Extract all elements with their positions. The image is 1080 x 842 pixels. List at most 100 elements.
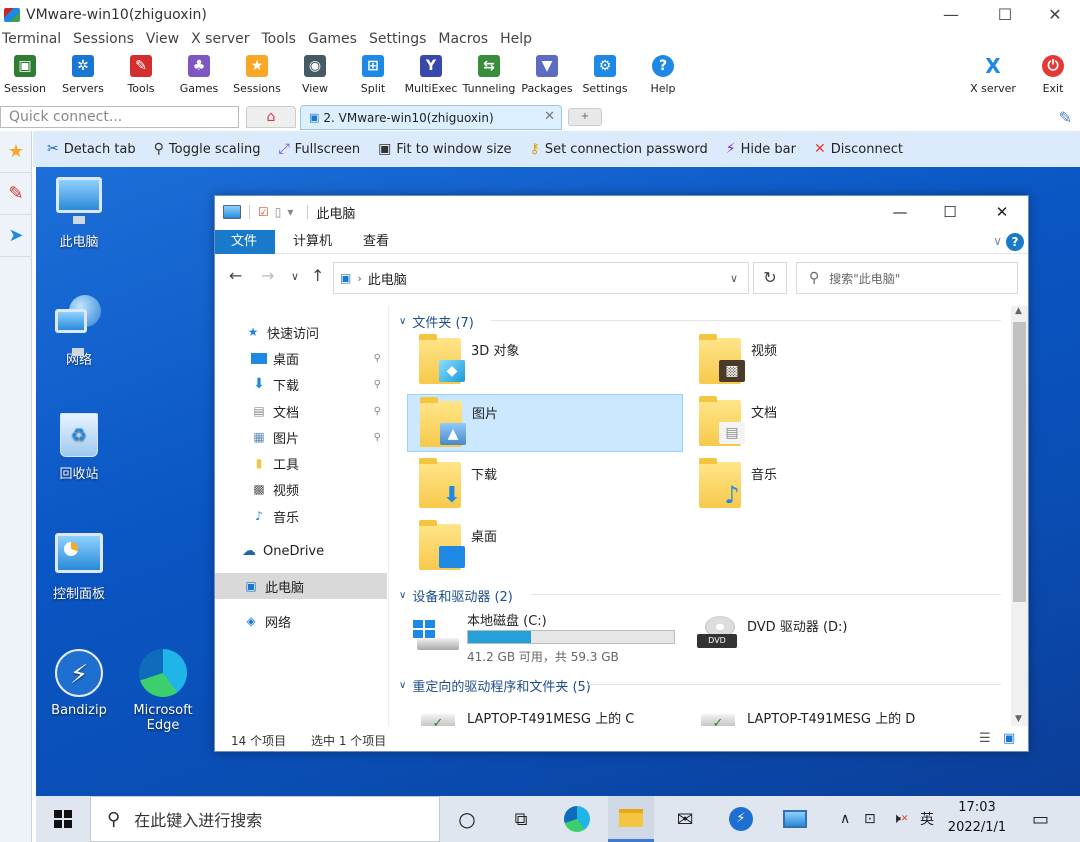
notifications-icon[interactable]: ▭ bbox=[1032, 796, 1049, 842]
quick-connect-input[interactable]: Quick connect... bbox=[0, 106, 239, 128]
back-icon[interactable]: ← bbox=[229, 266, 242, 285]
ime-indicator[interactable]: 英 bbox=[920, 796, 934, 842]
folder-pictures[interactable]: ▲ 图片 bbox=[407, 394, 683, 452]
tab-computer[interactable]: 计算机 bbox=[277, 230, 348, 254]
drive-d[interactable]: DVD DVD 驱动器 (D:) bbox=[685, 608, 965, 664]
up-icon[interactable]: ↑ bbox=[311, 266, 324, 285]
taskbar-search-input[interactable]: ⚲ 在此键入进行搜索 bbox=[90, 796, 440, 842]
minimize-button[interactable]: — bbox=[926, 0, 976, 28]
explorer-minimize-button[interactable]: — bbox=[877, 200, 923, 224]
forward-icon[interactable]: → bbox=[261, 266, 274, 285]
redirected-drive-c[interactable]: ✓ LAPTOP-T491MESG 上的 C bbox=[405, 700, 685, 726]
desktop-icon-control-panel[interactable]: 控制面板 bbox=[36, 533, 122, 602]
control-panel-taskbar-button[interactable] bbox=[772, 796, 818, 842]
mail-taskbar-button[interactable]: ✉ bbox=[662, 796, 708, 842]
redirected-drive-d[interactable]: ✓ LAPTOP-T491MESG 上的 D bbox=[685, 700, 965, 726]
detach-tab-button[interactable]: ✂ Detach tab bbox=[47, 141, 136, 157]
folder-3d-objects[interactable]: ◆ 3D 对象 bbox=[407, 332, 683, 390]
menu-settings[interactable]: Settings bbox=[367, 31, 434, 51]
properties-icon[interactable]: ☑ bbox=[258, 205, 269, 219]
nav-network[interactable]: ◈ 网络 bbox=[215, 608, 387, 634]
folder-downloads[interactable]: ⬇ 下载 bbox=[407, 456, 683, 514]
split-button[interactable]: ⊞ Split bbox=[344, 52, 402, 98]
xserver-button[interactable]: XX server bbox=[964, 52, 1022, 98]
explorer-close-button[interactable]: ✕ bbox=[979, 200, 1025, 224]
vertical-scrollbar[interactable]: ▲ ▼ bbox=[1011, 306, 1028, 726]
nav-downloads[interactable]: ⬇ 下载 ⚲ bbox=[215, 371, 387, 397]
desktop-icon-recycle-bin[interactable]: ♻ 回收站 bbox=[36, 413, 122, 482]
desktop-icon-bandizip[interactable]: ⚡ Bandizip bbox=[36, 649, 122, 718]
expand-ribbon-icon[interactable]: ∨ bbox=[993, 234, 1002, 248]
tab-view[interactable]: 查看 bbox=[347, 230, 405, 254]
file-explorer-taskbar-button[interactable] bbox=[608, 796, 654, 842]
hide-bar-button[interactable]: ⚡ Hide bar bbox=[726, 141, 796, 157]
multiexec-button[interactable]: Y MultiExec bbox=[402, 52, 460, 98]
menu-view[interactable]: View bbox=[144, 31, 187, 51]
menu-help[interactable]: Help bbox=[498, 31, 540, 51]
group-header-folders[interactable]: ∨ 文件夹 (7) bbox=[399, 312, 474, 331]
desktop-icon-this-pc[interactable]: 此电脑 bbox=[36, 177, 122, 250]
refresh-button[interactable]: ↻ bbox=[753, 262, 787, 294]
new-tab-button[interactable]: + bbox=[568, 108, 602, 126]
address-dropdown-icon[interactable]: ∨ bbox=[730, 272, 738, 285]
group-header-devices[interactable]: ∨ 设备和驱动器 (2) bbox=[399, 586, 513, 605]
large-icons-view-icon[interactable]: ▣ bbox=[1003, 731, 1015, 746]
network-status-icon[interactable]: ⊡ bbox=[864, 796, 876, 842]
toggle-scaling-button[interactable]: ⚲ Toggle scaling bbox=[154, 141, 261, 157]
menu-games[interactable]: Games bbox=[306, 31, 365, 51]
session-tab[interactable]: ▣ 2. VMware-win10(zhiguoxin) ✕ bbox=[300, 105, 562, 130]
scroll-down-icon[interactable]: ▼ bbox=[1015, 714, 1022, 724]
view-button[interactable]: ◉ View bbox=[286, 52, 344, 98]
session-button[interactable]: ▣ Session bbox=[0, 52, 54, 98]
drive-c[interactable]: 本地磁盘 (C:) 41.2 GB 可用，共 59.3 GB bbox=[405, 608, 685, 664]
tab-file[interactable]: 文件 bbox=[215, 230, 275, 254]
new-folder-icon[interactable]: ▯ bbox=[275, 205, 282, 219]
nav-quick-access[interactable]: ★ 快速访问 bbox=[215, 319, 387, 345]
group-header-redirected[interactable]: ∨ 重定向的驱动程序和文件夹 (5) bbox=[399, 676, 591, 695]
sessions-button[interactable]: ★ Sessions bbox=[228, 52, 286, 98]
tools-button[interactable]: ✎ Tools bbox=[112, 52, 170, 98]
menu-tools[interactable]: Tools bbox=[259, 31, 304, 51]
taskbar-clock[interactable]: 17:03 2022/1/1 bbox=[942, 798, 1012, 838]
servers-button[interactable]: ✲ Servers bbox=[54, 52, 112, 98]
search-input[interactable]: ⚲ 搜索"此电脑" bbox=[796, 262, 1018, 294]
sidebar-macros-tab[interactable]: ➤ bbox=[0, 215, 32, 257]
close-tab-icon[interactable]: ✕ bbox=[544, 109, 555, 124]
tunneling-button[interactable]: ⇆ Tunneling bbox=[460, 52, 518, 98]
nav-music[interactable]: ♪ 音乐 bbox=[215, 503, 387, 529]
nav-desktop[interactable]: 桌面 ⚲ bbox=[215, 345, 387, 371]
nav-videos[interactable]: ▩ 视频 bbox=[215, 476, 387, 502]
help-icon[interactable]: ? bbox=[1006, 233, 1024, 251]
scroll-up-icon[interactable]: ▲ bbox=[1015, 306, 1022, 316]
folder-desktop[interactable]: 桌面 bbox=[407, 518, 683, 576]
nav-tools[interactable]: ▮ 工具 bbox=[215, 450, 387, 476]
start-button[interactable] bbox=[36, 796, 90, 842]
desktop-icon-edge[interactable]: Microsoft Edge bbox=[120, 649, 206, 733]
edge-taskbar-button[interactable] bbox=[554, 796, 600, 842]
settings-button[interactable]: ⚙ Settings bbox=[576, 52, 634, 98]
details-view-icon[interactable]: ☰ bbox=[979, 731, 991, 746]
task-view-button[interactable]: ⧉ bbox=[498, 796, 544, 842]
menu-xserver[interactable]: X server bbox=[189, 31, 257, 51]
volume-muted-icon[interactable]: 🕨 ✕ bbox=[892, 796, 908, 842]
home-tab[interactable]: ⌂ bbox=[246, 106, 296, 128]
disconnect-button[interactable]: ✕ Disconnect bbox=[814, 141, 903, 157]
fullscreen-button[interactable]: ⤢ Fullscreen bbox=[278, 141, 360, 157]
nav-documents[interactable]: ▤ 文档 ⚲ bbox=[215, 398, 387, 424]
nav-this-pc[interactable]: ▣ 此电脑 bbox=[215, 573, 387, 599]
recent-locations-icon[interactable]: ∨ bbox=[291, 270, 299, 283]
menu-sessions[interactable]: Sessions bbox=[71, 31, 142, 51]
close-button[interactable]: ✕ bbox=[1030, 0, 1080, 28]
bandizip-taskbar-button[interactable]: ⚡ bbox=[718, 796, 764, 842]
address-bar[interactable]: ▣ › 此电脑 ∨ bbox=[333, 262, 749, 294]
games-button[interactable]: ♣ Games bbox=[170, 52, 228, 98]
maximize-button[interactable]: ☐ bbox=[980, 0, 1030, 28]
fit-to-window-button[interactable]: ▣ Fit to window size bbox=[378, 141, 511, 157]
nav-pictures[interactable]: ▦ 图片 ⚲ bbox=[215, 424, 387, 450]
desktop-icon-network[interactable]: 网络 bbox=[36, 295, 122, 368]
folder-music[interactable]: ♪ 音乐 bbox=[687, 456, 963, 514]
explorer-maximize-button[interactable]: ☐ bbox=[927, 200, 973, 224]
help-button[interactable]: ? Help bbox=[634, 52, 692, 98]
scrollbar-thumb[interactable] bbox=[1013, 322, 1026, 602]
menu-terminal[interactable]: Terminal bbox=[0, 31, 69, 51]
